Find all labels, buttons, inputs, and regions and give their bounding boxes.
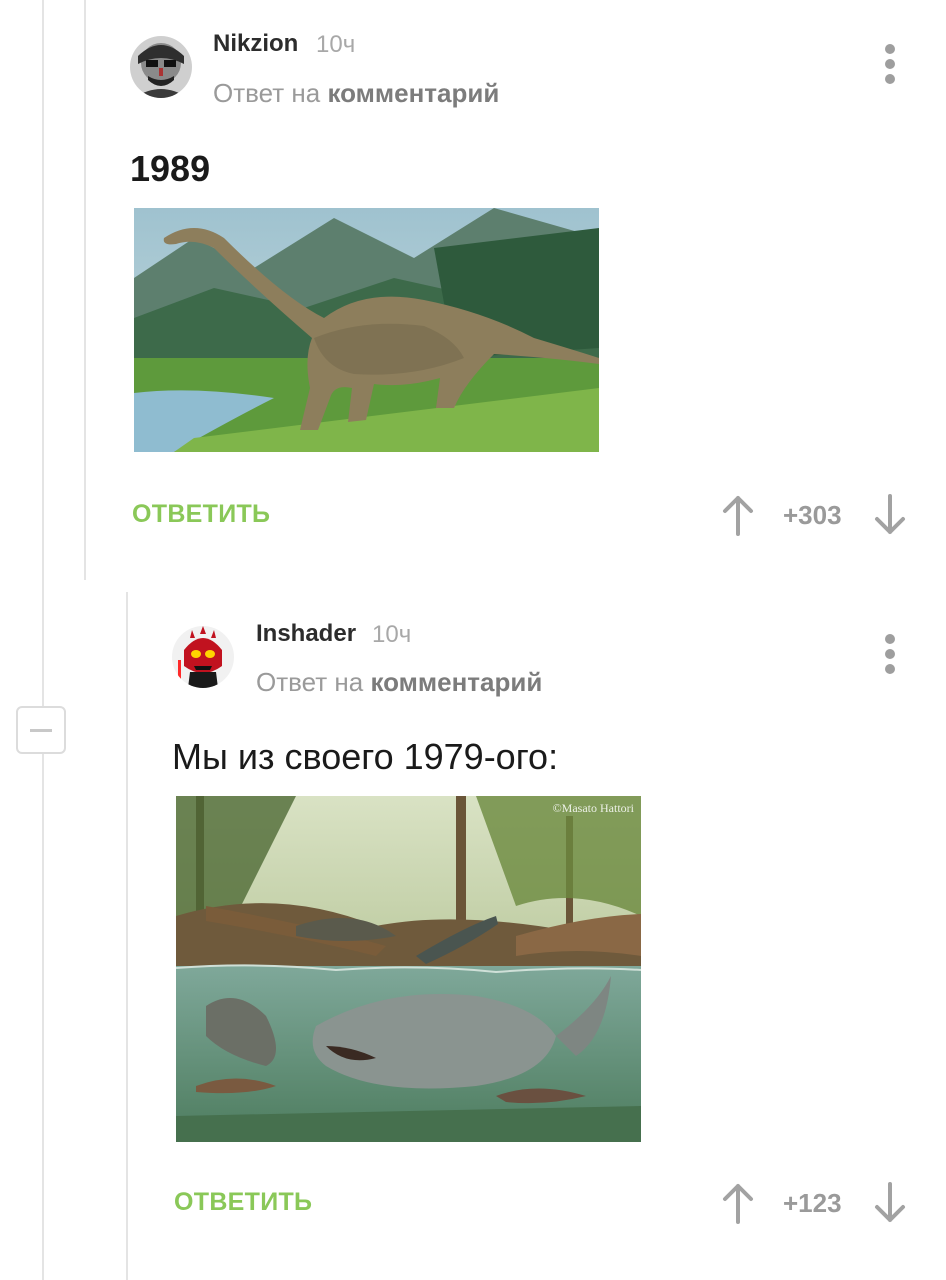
comment-text: 1989 (130, 148, 211, 189)
avatar[interactable] (172, 626, 234, 688)
comment-image-dinosaur[interactable] (134, 208, 599, 452)
more-vert-icon[interactable] (880, 634, 900, 678)
reply-button[interactable]: ОТВЕТИТЬ (132, 500, 270, 529)
author-name[interactable]: Nikzion (213, 30, 298, 58)
more-vert-icon[interactable] (880, 44, 900, 88)
avatar[interactable] (130, 36, 192, 98)
comment-text: Мы из своего 1979-ого: (172, 736, 559, 777)
comment-nikzion: Nikzion 10ч Ответ на комментарий 1989 ОТ… (0, 0, 946, 560)
vote-score: +303 (783, 500, 842, 530)
vote-score: +123 (783, 1188, 842, 1218)
upvote-arrow-icon[interactable] (722, 1182, 754, 1224)
reply-to-line: Ответ на комментарий (256, 667, 542, 698)
downvote-arrow-icon[interactable] (874, 494, 906, 536)
comment-time: 10ч (316, 31, 356, 58)
reply-to-link[interactable]: комментарий (370, 667, 542, 697)
reply-to-prefix: Ответ на (256, 667, 364, 697)
comment-inshader: Inshader 10ч Ответ на комментарий Мы из … (0, 600, 946, 1280)
reply-to-prefix: Ответ на (213, 78, 321, 108)
comment-time: 10ч (372, 621, 412, 648)
reply-to-line: Ответ на комментарий (213, 78, 499, 109)
downvote-arrow-icon[interactable] (874, 1182, 906, 1224)
upvote-arrow-icon[interactable] (722, 494, 754, 536)
image-credit: ©Masato Hattori (553, 801, 635, 815)
author-name[interactable]: Inshader (256, 620, 356, 648)
comment-image-prehistoric-fish[interactable]: ©Masato Hattori (176, 796, 641, 1142)
reply-button[interactable]: ОТВЕТИТЬ (174, 1188, 312, 1217)
reply-to-link[interactable]: комментарий (327, 78, 499, 108)
